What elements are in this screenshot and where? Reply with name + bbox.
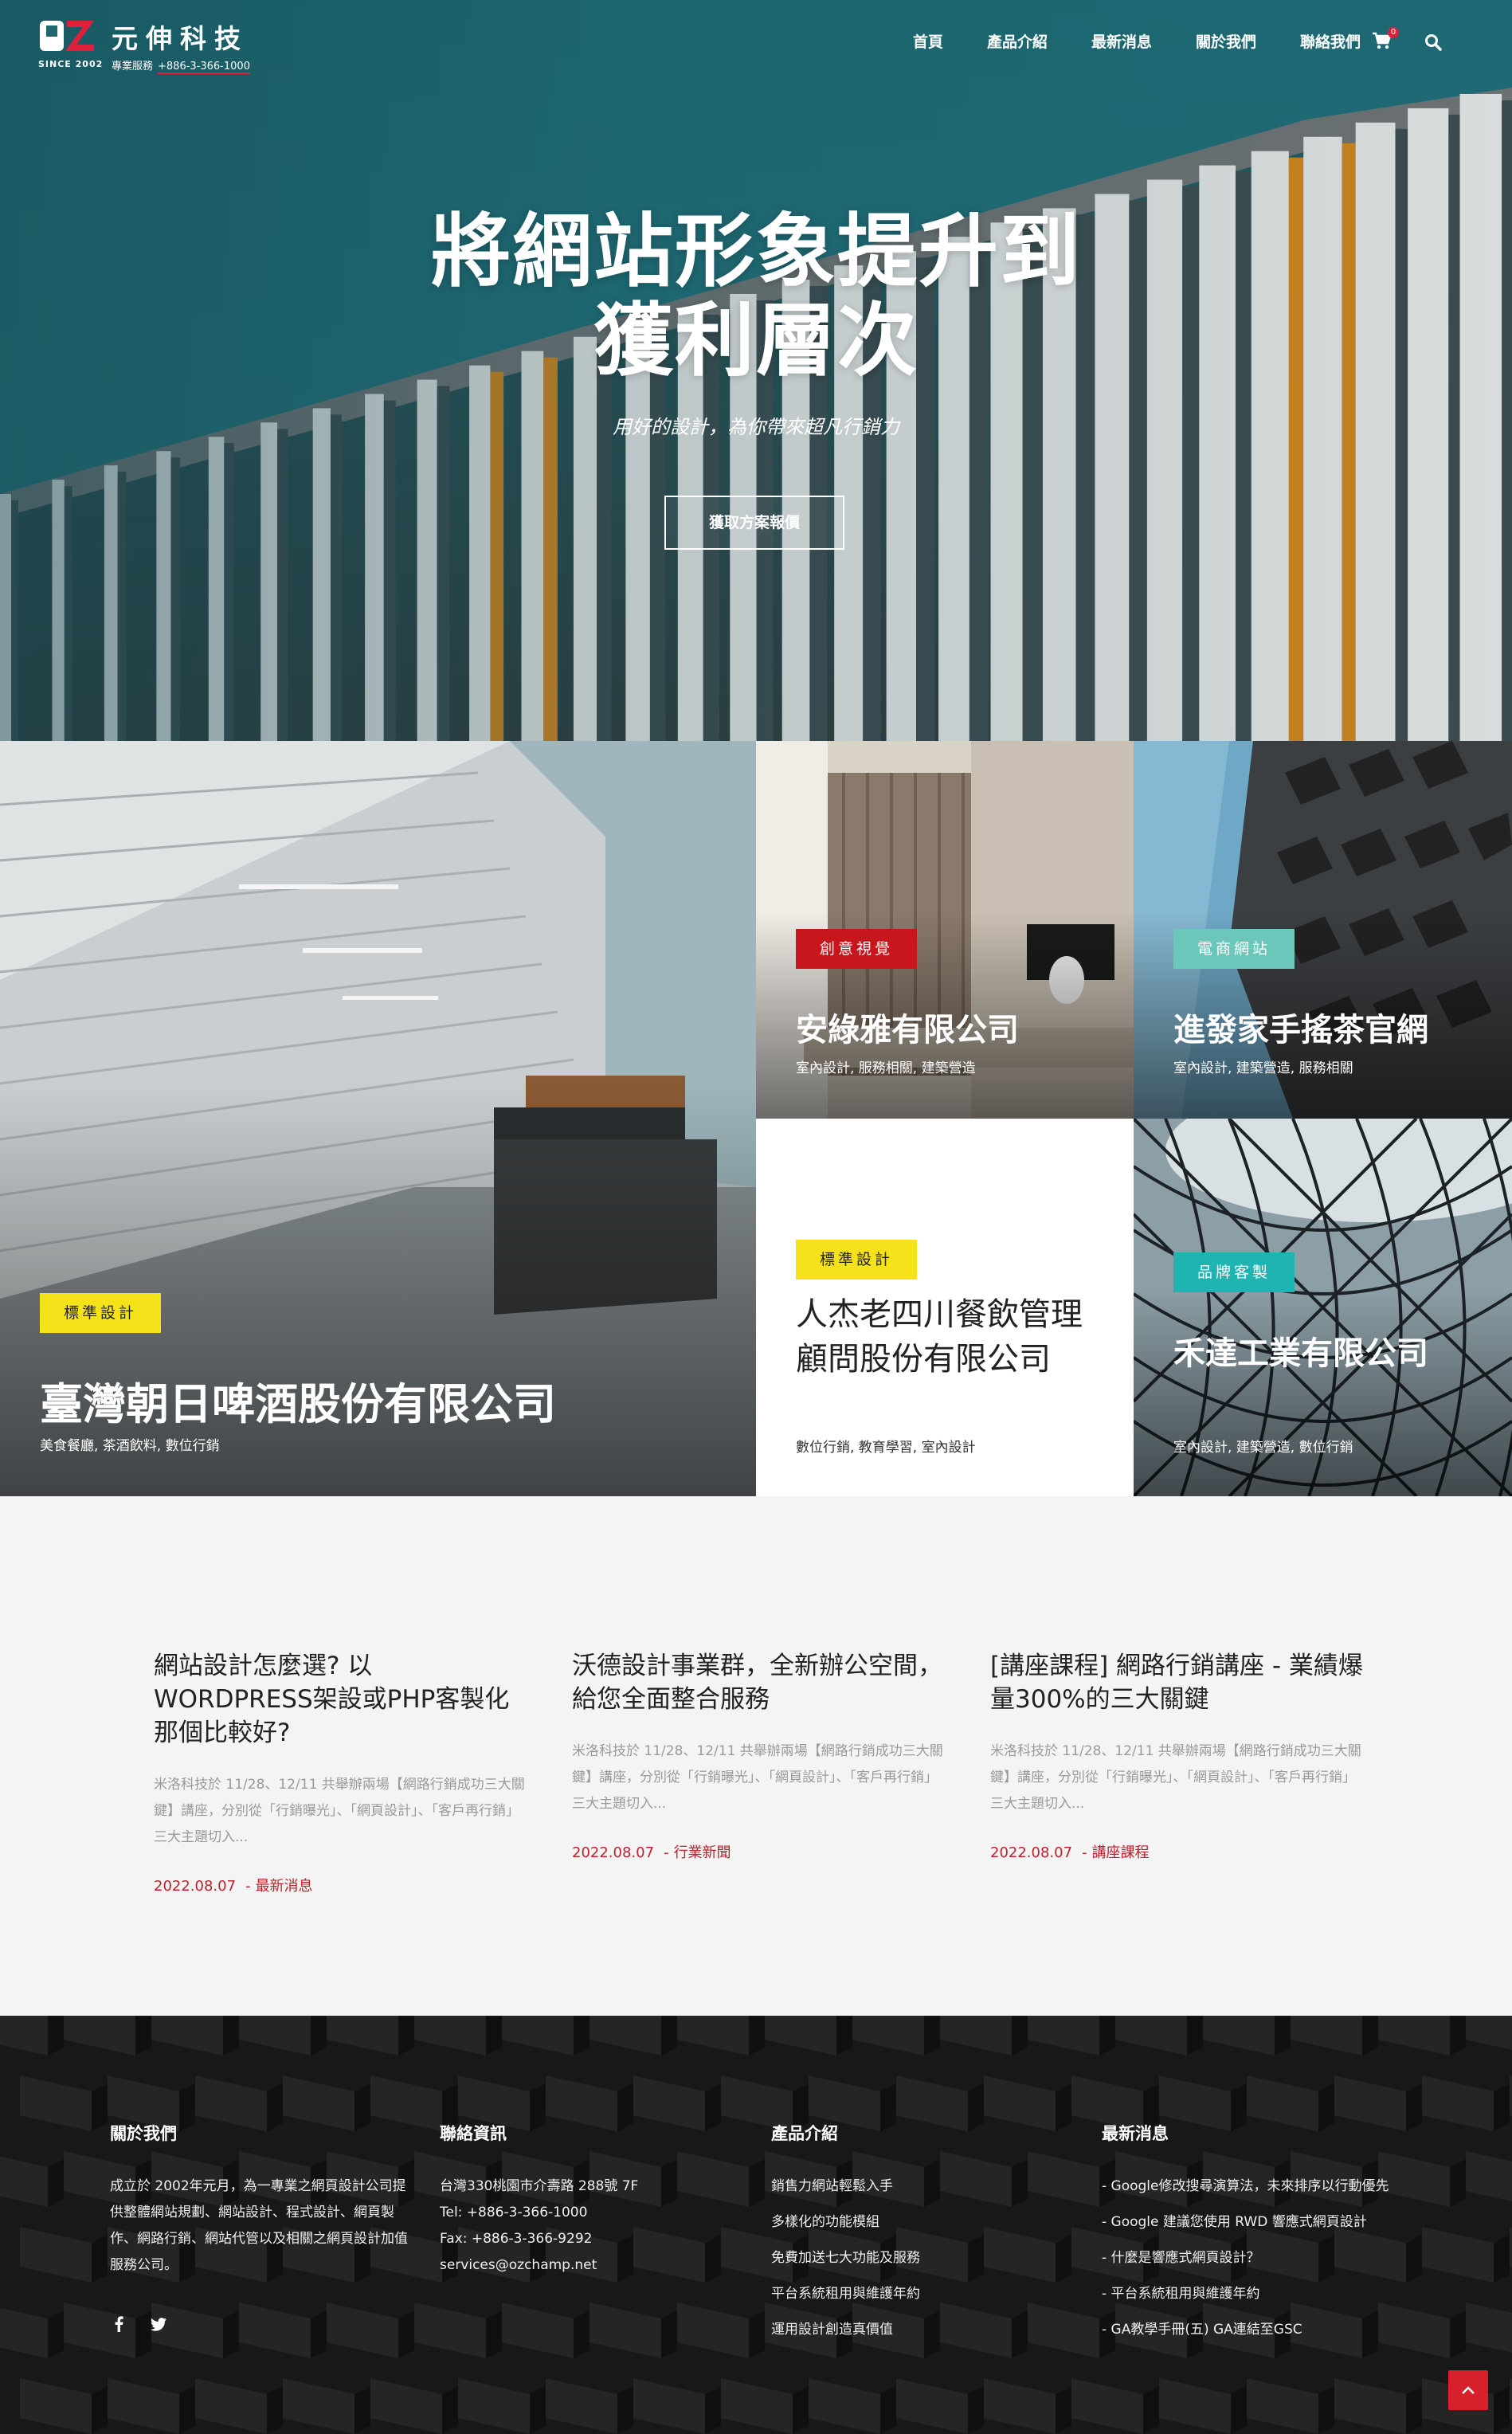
footer-product-link[interactable]: 運用設計創造真價值: [771, 2317, 1058, 2343]
chevron-up-icon: [1462, 2386, 1475, 2394]
news-post: 網站設計怎麼選? 以WORDPRESS架設或PHP客製化那個比較好? 米洛科技於…: [154, 1649, 528, 1895]
nav-item-home[interactable]: 首頁: [913, 30, 943, 52]
portfolio-card[interactable]: 電商網站 進發家手搖茶官網 室內設計, 建築營造, 服務相關: [1134, 741, 1512, 1119]
footer-news-link[interactable]: - GA教學手冊(五) GA連結至GSC: [1102, 2317, 1436, 2343]
news-post: 沃德設計事業群，全新辦公空間，給您全面整合服務 米洛科技於 11/28、12/1…: [572, 1649, 946, 1862]
footer-product-link[interactable]: 銷售力網站輕鬆入手: [771, 2173, 1058, 2200]
portfolio-card[interactable]: 品牌客製 禾達工業有限公司 室內設計, 建築營造, 數位行銷: [1134, 1119, 1512, 1496]
footer-email[interactable]: services@ozchamp.net: [440, 2252, 727, 2279]
footer-latest-list: - Google修改搜尋演算法，未來排序以行動優先 - Google 建議您使用…: [1102, 2173, 1436, 2343]
news-category[interactable]: 最新消息: [256, 1878, 313, 1895]
portfolio-categories: 室內設計, 建築營造, 服務相關: [1173, 1060, 1353, 1076]
footer-contact-heading: 聯絡資訊: [440, 2124, 507, 2143]
news-date: 2022.08.07: [990, 1844, 1073, 1861]
portfolio-card[interactable]: 標準設計 臺灣朝日啤酒股份有限公司 美食餐廳, 茶酒飲料, 數位行銷: [0, 741, 756, 1496]
hero-title-line1: 將網站形象提升到: [431, 205, 1081, 298]
portfolio-categories: 數位行銷, 教育學習, 室內設計: [796, 1440, 976, 1456]
news-date: 2022.08.07: [572, 1844, 655, 1861]
footer-latest-heading: 最新消息: [1102, 2124, 1169, 2143]
main-nav: 首頁 產品介紹 最新消息 關於我們 聯絡我們: [869, 30, 1361, 52]
footer-product-link[interactable]: 多樣化的功能模組: [771, 2209, 1058, 2236]
back-to-top-button[interactable]: [1448, 2370, 1488, 2410]
facebook-icon[interactable]: [110, 2315, 127, 2333]
portfolio-categories: 美食餐廳, 茶酒飲料, 數位行銷: [40, 1438, 220, 1454]
footer-about: 關於我們 成立於 2002年元月，為一專業之網頁設計公司提供整體網站規劃、網站設…: [110, 2121, 413, 2279]
logo-phone[interactable]: +886-3-366-1000: [158, 61, 250, 74]
footer-product-link[interactable]: 平台系統租用與維護年約: [771, 2281, 1058, 2307]
news-excerpt: 米洛科技於 11/28、12/11 共舉辦兩場【網路行銷成功三大關鍵】講座，分別…: [154, 1777, 525, 1845]
news-category[interactable]: 講座課程: [1092, 1844, 1150, 1861]
portfolio-tag: 創意視覺: [796, 929, 918, 969]
footer-product-link[interactable]: 免費加送七大功能及服務: [771, 2245, 1058, 2271]
search-icon[interactable]: [1424, 33, 1442, 51]
news-meta: 2022.08.07- 講座課程: [990, 1844, 1150, 1861]
hero-title: 將網站形象提升到 獲利層次: [0, 207, 1512, 386]
portfolio-card[interactable]: 標準設計 人杰老四川餐飲管理顧問股份有限公司 數位行銷, 教育學習, 室內設計: [756, 1119, 1134, 1496]
footer-products-list: 銷售力網站輕鬆入手 多樣化的功能模組 免費加送七大功能及服務 平台系統租用與維護…: [771, 2173, 1058, 2343]
logo-company-name: 元伸科技: [112, 23, 249, 54]
get-quote-button[interactable]: 獲取方案報價: [664, 496, 844, 550]
portfolio-title[interactable]: 禾達工業有限公司: [1173, 1327, 1428, 1374]
portfolio-tag: 標準設計: [796, 1240, 918, 1280]
news-meta: 2022.08.07- 行業新聞: [572, 1844, 731, 1861]
footer-products: 產品介紹 銷售力網站輕鬆入手 多樣化的功能模組 免費加送七大功能及服務 平台系統…: [771, 2121, 1058, 2353]
logo-oz-icon: [40, 21, 94, 51]
portfolio-categories: 室內設計, 服務相關, 建築營造: [796, 1060, 976, 1076]
footer-news-link[interactable]: - Google 建議您使用 RWD 響應式網頁設計: [1102, 2209, 1436, 2236]
portfolio-categories: 室內設計, 建築營造, 數位行銷: [1173, 1440, 1353, 1456]
logo-tagline-label: 專業服務: [112, 61, 154, 73]
footer-social-links: [110, 2315, 167, 2333]
portfolio-tag: 電商網站: [1173, 929, 1295, 969]
news-meta: 2022.08.07- 最新消息: [154, 1878, 313, 1895]
portfolio-title[interactable]: 人杰老四川餐飲管理顧問股份有限公司: [796, 1292, 1099, 1382]
news-date: 2022.08.07: [154, 1878, 237, 1895]
footer-products-heading: 產品介紹: [771, 2124, 838, 2143]
hero-title-line2: 獲利層次: [593, 294, 919, 387]
news-excerpt: 米洛科技於 11/28、12/11 共舉辦兩場【網路行銷成功三大關鍵】講座，分別…: [572, 1743, 943, 1812]
portfolio-title[interactable]: 進發家手搖茶官網: [1173, 1004, 1428, 1050]
news-title[interactable]: [講座課程] 網路行銷講座 - 業績爆量300%的三大關鍵: [990, 1649, 1365, 1716]
footer-address: 台灣330桃園市介壽路 288號 7F: [440, 2178, 639, 2194]
news-post: [講座課程] 網路行銷講座 - 業績爆量300%的三大關鍵 米洛科技於 11/2…: [990, 1649, 1365, 1862]
portfolio-title[interactable]: 臺灣朝日啤酒股份有限公司: [40, 1369, 556, 1432]
footer-tel[interactable]: Tel: +886-3-366-1000: [440, 2200, 727, 2226]
portfolio-tag: 標準設計: [40, 1293, 162, 1333]
footer-fax: Fax: +886-3-366-9292: [440, 2231, 593, 2247]
nav-item-products[interactable]: 產品介紹: [987, 30, 1048, 52]
logo-since-text: SINCE 2002: [38, 59, 104, 69]
nav-item-news[interactable]: 最新消息: [1091, 30, 1152, 52]
portfolio-card[interactable]: 創意視覺 安綠雅有限公司 室內設計, 服務相關, 建築營造: [756, 741, 1134, 1119]
news-category[interactable]: 行業新聞: [674, 1844, 731, 1861]
news-title[interactable]: 網站設計怎麼選? 以WORDPRESS架設或PHP客製化那個比較好?: [154, 1649, 528, 1750]
portfolio-grid: 標準設計 臺灣朝日啤酒股份有限公司 美食餐廳, 茶酒飲料, 數位行銷 創意視覺 …: [0, 741, 1512, 1496]
portfolio-title[interactable]: 安綠雅有限公司: [796, 1004, 1019, 1050]
logo-tagline: 專業服務 +886-3-366-1000: [112, 57, 250, 74]
portfolio-tag: 品牌客製: [1173, 1252, 1295, 1292]
footer-news-link[interactable]: - 什麼是響應式網頁設計？: [1102, 2245, 1436, 2271]
top-navigation-bar: SINCE 2002 元伸科技 專業服務 +886-3-366-1000 首頁 產…: [0, 0, 1512, 88]
news-title[interactable]: 沃德設計事業群，全新辦公空間，給您全面整合服務: [572, 1649, 946, 1716]
footer-news-link[interactable]: - 平台系統租用與維護年約: [1102, 2281, 1436, 2307]
footer-news-link[interactable]: - Google修改搜尋演算法，未來排序以行動優先: [1102, 2173, 1436, 2200]
site-footer: 關於我們 成立於 2002年元月，為一專業之網頁設計公司提供整體網站規劃、網站設…: [0, 2016, 1512, 2434]
footer-about-text: 成立於 2002年元月，為一專業之網頁設計公司提供整體網站規劃、網站設計、程式設…: [110, 2178, 408, 2273]
nav-item-about[interactable]: 關於我們: [1196, 30, 1256, 52]
hero-subtitle: 用好的設計，為你帶來超凡行銷力: [613, 416, 899, 438]
footer-latest-news: 最新消息 - Google修改搜尋演算法，未來排序以行動優先 - Google …: [1102, 2121, 1436, 2353]
nav-item-contact[interactable]: 聯絡我們: [1300, 30, 1361, 52]
twitter-icon[interactable]: [150, 2315, 167, 2333]
hero-banner: SINCE 2002 元伸科技 專業服務 +886-3-366-1000 首頁 產…: [0, 0, 1512, 741]
site-logo[interactable]: SINCE 2002 元伸科技 專業服務 +886-3-366-1000: [38, 18, 277, 74]
footer-contact: 聯絡資訊 台灣330桃園市介壽路 288號 7F Tel: +886-3-366…: [440, 2121, 727, 2279]
news-excerpt: 米洛科技於 11/28、12/11 共舉辦兩場【網路行銷成功三大關鍵】講座，分別…: [990, 1743, 1361, 1812]
latest-news-section: 網站設計怎麼選? 以WORDPRESS架設或PHP客製化那個比較好? 米洛科技於…: [0, 1496, 1512, 2016]
footer-about-heading: 關於我們: [110, 2124, 177, 2143]
cart-count-badge: 0: [1388, 27, 1399, 38]
